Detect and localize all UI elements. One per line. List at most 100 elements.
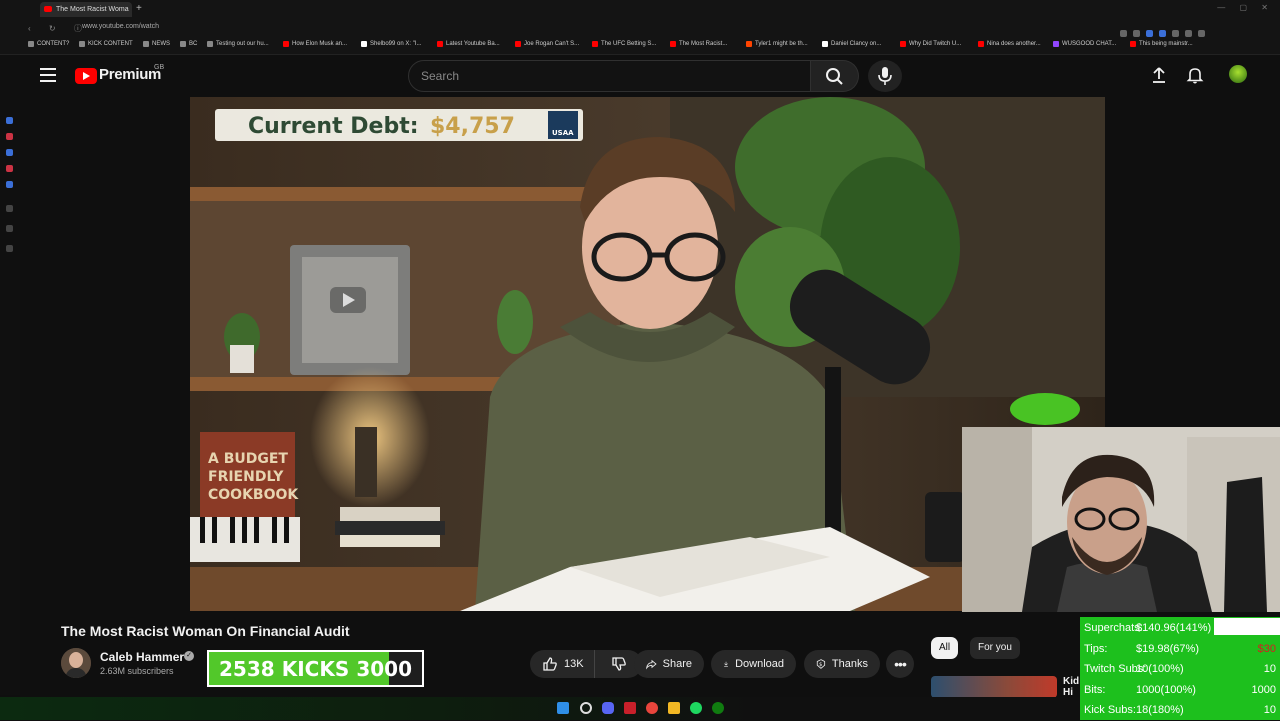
bookmark-item[interactable]: Why Did Twitch U... [900, 41, 961, 47]
stream-goal-label: Tips: [1084, 642, 1108, 655]
chrome-icon[interactable] [646, 702, 658, 714]
thanks-button[interactable]: $ Thanks [804, 650, 880, 678]
side-app-icon[interactable] [6, 205, 13, 212]
search-input[interactable]: Search [408, 60, 811, 92]
youtube-premium-logo-text[interactable]: Premium [99, 66, 161, 83]
bookmark-star-icon[interactable] [1133, 30, 1140, 37]
thanks-icon: $ [816, 659, 826, 669]
more-actions-button[interactable]: ••• [886, 650, 914, 678]
upload-icon[interactable] [1150, 66, 1168, 84]
search-button[interactable] [811, 60, 859, 92]
chip-all[interactable]: All [931, 637, 959, 659]
bookmark-item[interactable]: Latest Youtube Ba... [437, 41, 500, 47]
bookmark-item[interactable]: How Elon Musk an... [283, 41, 347, 47]
kicks-label: KICKS [281, 656, 350, 681]
side-app-icon[interactable] [6, 225, 13, 232]
verified-check-icon: ✓ [184, 651, 194, 661]
bookmark-item[interactable]: Tyler1 might be th... [746, 41, 808, 47]
stream-goal-value: $19.98(67%) [1136, 642, 1199, 655]
voice-search-button[interactable] [868, 60, 902, 92]
extension-icons[interactable] [1120, 24, 1270, 37]
bookmark-item[interactable]: Daniel Clancy on... [822, 41, 881, 47]
side-app-icon[interactable] [6, 133, 13, 140]
notifications-bell-icon[interactable] [1186, 66, 1204, 84]
stream-goal-value: 1000(100%) [1136, 683, 1196, 696]
bookmark-item[interactable]: This being mainstr... [1130, 41, 1193, 47]
bookmark-item[interactable]: CONTENT? [28, 41, 69, 47]
zoom-icon[interactable] [1120, 30, 1127, 37]
bookmark-item[interactable]: NEWS [143, 41, 170, 47]
chip-for-you[interactable]: For you [970, 637, 1020, 659]
file-explorer-icon[interactable] [668, 702, 680, 714]
thumbs-down-icon [611, 657, 626, 671]
extension-icon[interactable] [1159, 30, 1166, 37]
stream-goal-target: 10 [1263, 663, 1276, 675]
extension-icon[interactable] [1146, 30, 1153, 37]
related-video-title[interactable]: Kid Hi [1063, 676, 1079, 698]
windows-start-icon[interactable] [557, 702, 569, 714]
stream-goal-value: 10(100%) [1136, 663, 1184, 675]
account-avatar[interactable] [1229, 65, 1247, 83]
related-video-thumbnail[interactable] [931, 676, 1057, 698]
bookmark-item[interactable]: Joe Rogan Can't S... [515, 41, 579, 47]
new-tab-icon[interactable]: + [136, 3, 142, 14]
side-app-icon[interactable] [6, 245, 13, 252]
stream-goal-row: Bits: 1000(100%) 1000 [1080, 681, 1280, 701]
like-count: 13K [564, 658, 584, 670]
bookmark-item[interactable]: The Most Racist... [670, 41, 727, 47]
bookmark-item[interactable]: The UFC Betting S... [592, 41, 656, 47]
hamburger-menu-icon[interactable] [40, 68, 56, 82]
bookmark-item[interactable]: Nina does another... [978, 41, 1041, 47]
share-label: Share [662, 658, 692, 670]
side-app-icon[interactable] [6, 165, 13, 172]
share-button[interactable]: Share [634, 650, 704, 678]
region-code: GB [154, 64, 165, 71]
stream-goal-target: $30 [1257, 642, 1276, 655]
subscriber-count: 2.63M subscribers [100, 666, 174, 676]
stream-goals-overlay: Superchats: $140.96(141%) $100 Tips: $19.98(… [1080, 617, 1280, 720]
discord-icon[interactable] [602, 702, 614, 714]
dislike-button[interactable] [601, 650, 627, 678]
search-icon [826, 68, 843, 85]
xbox-icon[interactable] [712, 702, 724, 714]
download-icon[interactable] [1185, 30, 1192, 37]
browser-nav-icons[interactable]: ‹ ↻ ⓘ [28, 23, 90, 34]
svg-text:FRIENDLY: FRIENDLY [208, 469, 284, 485]
menu-icon[interactable] [1198, 30, 1205, 37]
channel-name[interactable]: Caleb Hammer [100, 650, 184, 664]
like-button[interactable]: 13K [530, 650, 595, 678]
windows-taskbar [0, 697, 1080, 720]
url-field[interactable]: www.youtube.com/watch [82, 23, 159, 30]
window-controls[interactable]: — ▢ ✕ [1217, 3, 1274, 12]
app-icon[interactable] [624, 702, 636, 714]
kicks-goal-text: 2538 KICKS 3000 [209, 652, 422, 685]
download-button[interactable]: Download [711, 650, 796, 678]
bookmark-item[interactable]: BC [180, 41, 197, 47]
side-app-icon[interactable] [6, 181, 13, 188]
svg-text:COOKBOOK: COOKBOOK [208, 487, 299, 503]
bookmark-item[interactable]: WUSGOOD CHAT... [1053, 41, 1116, 47]
browser-tab[interactable]: The Most Racist Woma [40, 2, 132, 17]
bookmark-item[interactable]: Testing out our hu... [207, 41, 269, 47]
side-app-icon[interactable] [6, 117, 13, 124]
stream-goal-label: Superchats: [1084, 622, 1143, 634]
browser-tab-bar [0, 0, 1280, 20]
stream-goal-target: 1000 [1251, 683, 1276, 696]
side-app-icon[interactable] [6, 149, 13, 156]
youtube-logo-icon[interactable] [75, 68, 97, 84]
thanks-label: Thanks [831, 658, 868, 670]
stream-goal-value: $140.96(141%) [1136, 622, 1212, 634]
channel-avatar[interactable] [61, 648, 91, 678]
cookbook-title-text: A BUDGET [208, 451, 288, 467]
stream-goal-target: 10 [1263, 704, 1276, 716]
stream-goal-label: Bits: [1084, 683, 1106, 696]
bookmark-item[interactable]: Shelbo99 on X: "I... [361, 41, 422, 47]
related-title-line-1: Kid [1063, 676, 1080, 687]
spotify-icon[interactable] [690, 702, 702, 714]
taskbar-search-icon[interactable] [580, 702, 592, 714]
extension-icon[interactable] [1172, 30, 1179, 37]
bookmark-item[interactable]: KICK CONTENT [79, 41, 133, 47]
video-title: The Most Racist Woman On Financial Audit [61, 623, 350, 639]
like-dislike-group: 13K [530, 650, 642, 678]
share-icon [646, 659, 657, 670]
